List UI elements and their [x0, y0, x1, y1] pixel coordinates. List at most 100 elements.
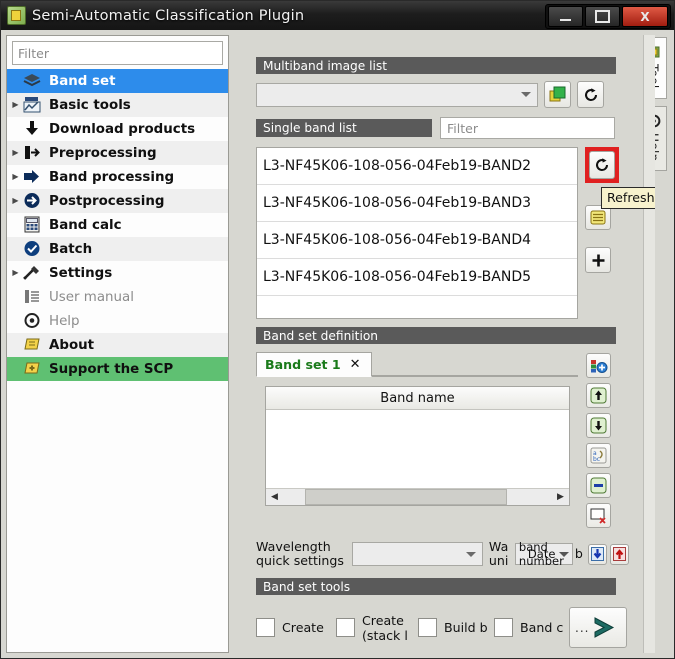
chevron-down-icon — [465, 551, 476, 557]
remove-band-button[interactable] — [586, 473, 611, 498]
band-list-item[interactable]: L3-NF45K06-108-056-04Feb19-BAND4 — [257, 222, 577, 259]
title-bar: Semi-Automatic Classification Plugin X — [1, 1, 674, 30]
main-panel: Multiband image list Single band list Fi… — [234, 35, 655, 653]
wavelength-extra-label: b — [574, 547, 583, 561]
arrow-out-icon — [22, 192, 44, 211]
sort-bands-button[interactable]: a bc — [586, 443, 611, 468]
list-sort-icon — [590, 210, 606, 225]
add-bandset-button[interactable] — [586, 353, 611, 378]
expand-arrow-icon[interactable]: ▶ — [9, 197, 22, 205]
move-band-up-button[interactable] — [586, 383, 611, 408]
sidebar: Filter Band set ▶ Basic tools Download prod… — [6, 35, 229, 653]
open-raster-icon — [549, 86, 565, 102]
sidebar-item-settings[interactable]: ▶ Settings — [7, 261, 228, 285]
import-wavelength-button[interactable] — [587, 543, 607, 565]
export-wavelength-button[interactable] — [609, 543, 629, 565]
maximize-button[interactable] — [585, 6, 620, 27]
sidebar-item-label: Help — [49, 313, 80, 329]
expand-arrow-icon[interactable]: ▶ — [9, 173, 22, 181]
export-up-icon — [612, 547, 626, 561]
single-band-filter-input[interactable]: Filter — [440, 117, 615, 139]
run-button[interactable]: ... — [569, 607, 627, 648]
multiband-header: Multiband image list — [256, 57, 616, 74]
clear-bandset-button[interactable] — [586, 503, 611, 528]
sidebar-item-preprocessing[interactable]: ▶ Preprocessing — [7, 141, 228, 165]
sidebar-item-download-products[interactable]: Download products — [7, 117, 228, 141]
arrow-right-icon — [22, 168, 44, 187]
create-checkbox[interactable] — [256, 618, 275, 637]
multiband-refresh-button[interactable] — [577, 81, 604, 108]
single-band-refresh-button[interactable] — [589, 151, 615, 179]
close-button[interactable]: X — [622, 6, 668, 27]
build-checkbox-row[interactable]: Build b — [418, 618, 487, 637]
band-calc-checkbox[interactable] — [494, 618, 513, 637]
refresh-list-tooltip: Refresh list — [601, 187, 655, 209]
single-band-header: Single band list — [256, 119, 432, 137]
refresh-icon — [596, 158, 609, 171]
open-raster-button[interactable] — [544, 81, 571, 108]
plus-icon — [592, 254, 604, 266]
sidebar-item-label: Download products — [49, 121, 196, 137]
minimize-button[interactable] — [548, 6, 583, 27]
scroll-right-icon[interactable]: ▶ — [552, 489, 569, 505]
support-icon — [22, 360, 44, 379]
multiband-combo[interactable] — [256, 82, 538, 107]
run-arrow-icon — [594, 616, 615, 638]
sidebar-item-batch[interactable]: Batch — [7, 237, 228, 261]
sidebar-item-band-processing[interactable]: ▶ Band processing — [7, 165, 228, 189]
band-set-tools-header: Band set tools — [256, 578, 616, 595]
scroll-left-icon[interactable]: ◀ — [266, 489, 283, 505]
sidebar-item-help[interactable]: Help — [7, 309, 228, 333]
expand-arrow-icon[interactable]: ▶ — [9, 149, 22, 157]
band-set-hscrollbar[interactable]: ◀ ▶ — [266, 488, 569, 505]
single-band-add-button[interactable] — [585, 247, 611, 273]
close-icon[interactable]: ✕ — [350, 357, 361, 372]
sidebar-item-postprocessing[interactable]: ▶ Postprocessing — [7, 189, 228, 213]
band-calc-checkbox-label: Band c — [520, 620, 563, 635]
sidebar-item-label: Band processing — [49, 169, 175, 185]
sidebar-item-basic-tools[interactable]: ▶ Basic tools — [7, 93, 228, 117]
create-stack-checkbox[interactable] — [336, 618, 355, 637]
band-list-item[interactable]: L3-NF45K06-108-056-04Feb19-BAND5 — [257, 259, 577, 296]
window-controls: X — [545, 4, 671, 29]
single-band-list[interactable]: L3-NF45K06-108-056-04Feb19-BAND2 L3-NF45K… — [256, 147, 578, 319]
scp-logo-icon — [7, 6, 26, 25]
build-checkbox-label: Build b — [444, 620, 487, 635]
scp-window: Semi-Automatic Classification Plugin X F… — [0, 0, 675, 659]
import-down-icon — [590, 547, 604, 561]
band-set-tab-strip: Band set 1 ✕ — [256, 351, 578, 377]
sidebar-item-label: User manual — [49, 289, 134, 305]
create-checkbox-row[interactable]: Create — [256, 618, 328, 637]
svg-text:bc: bc — [593, 456, 600, 463]
main-panel-scrollbar[interactable] — [643, 35, 655, 653]
expand-arrow-icon[interactable]: ▶ — [9, 101, 22, 109]
band-name-column-header: Band name — [266, 387, 569, 410]
sidebar-item-band-calc[interactable]: Band calc — [7, 213, 228, 237]
band-set-table[interactable]: Band name ◀ ▶ — [265, 386, 570, 506]
band-calc-checkbox-row[interactable]: Band c — [494, 618, 563, 637]
sidebar-item-label: Band calc — [49, 217, 122, 233]
create-checkbox-label: Create — [282, 620, 324, 635]
band-set-side-buttons: a bc — [586, 353, 611, 528]
expand-arrow-icon[interactable]: ▶ — [9, 269, 22, 277]
wavelength-unit-combo[interactable]: band number Date — [514, 540, 573, 568]
wavelength-quick-settings-combo[interactable] — [351, 542, 483, 566]
move-band-down-button[interactable] — [586, 413, 611, 438]
wrench-icon — [22, 264, 44, 283]
create-stack-checkbox-row[interactable]: Create (stack l — [336, 613, 410, 643]
sort-alphabetical-icon: a bc — [590, 447, 607, 464]
build-checkbox[interactable] — [418, 618, 437, 637]
hscroll-thumb[interactable] — [305, 489, 507, 505]
band-set-tab-1[interactable]: Band set 1 ✕ — [256, 352, 372, 377]
band-list-item[interactable]: L3-NF45K06-108-056-04Feb19-BAND3 — [257, 185, 577, 222]
sidebar-item-band-set[interactable]: Band set — [7, 69, 228, 93]
sidebar-filter-input[interactable]: Filter — [12, 41, 223, 65]
sidebar-item-user-manual[interactable]: User manual — [7, 285, 228, 309]
layers-icon — [22, 72, 44, 91]
help-icon — [22, 312, 44, 331]
sidebar-item-about[interactable]: About — [7, 333, 228, 357]
band-list-item[interactable]: L3-NF45K06-108-056-04Feb19-BAND2 — [257, 148, 577, 185]
band-set-table-body[interactable] — [266, 410, 569, 488]
add-bandset-icon — [590, 360, 607, 373]
sidebar-item-support-the-scp[interactable]: Support the SCP — [7, 357, 228, 381]
